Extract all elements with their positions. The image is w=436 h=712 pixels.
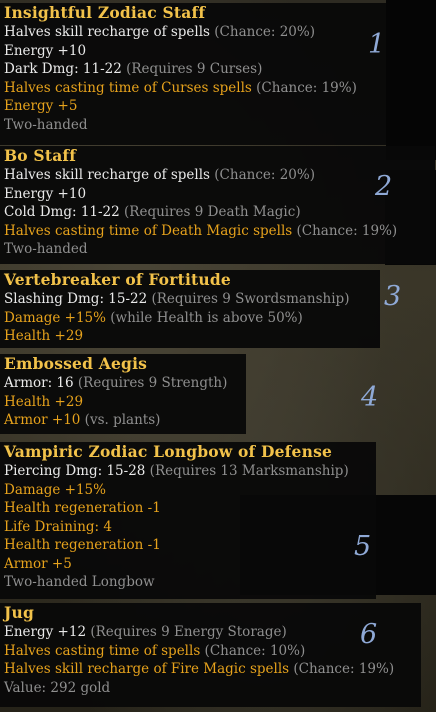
stat-note: (vs. plants)	[84, 412, 161, 428]
stat-note: (Requires 9 Energy Storage)	[90, 624, 287, 640]
stat-bonus: Halves casting time of spells	[4, 642, 205, 659]
item-name: Embossed Aegis	[4, 354, 148, 373]
stat-base: Cold Dmg: 11-22	[4, 204, 125, 220]
background-shadow	[386, 0, 436, 160]
item-tooltip-4: Embossed Aegis Armor: 16 (Requires 9 Str…	[0, 354, 246, 434]
stat-base: Energy +10	[4, 185, 87, 202]
item-name: Jug	[4, 603, 35, 622]
stat-bonus: Halves casting time of Death Magic spell…	[4, 222, 297, 239]
stat-note: (Requires 9 Death Magic)	[124, 204, 301, 220]
stat-note: Two-handed	[4, 241, 88, 257]
stat-bonus: Damage +15%	[4, 309, 111, 326]
stat-bonus: Halves casting time of Curses spells	[4, 79, 257, 96]
item-stat-line: Halves skill recharge of Fire Magic spel…	[4, 660, 417, 679]
item-stat-line: Two-handed	[4, 116, 382, 135]
item-stat-line: Armor +10 (vs. plants)	[4, 411, 242, 430]
item-stats: Halves skill recharge of spells (Chance:…	[4, 23, 382, 134]
stat-bonus: Health +29	[4, 393, 84, 410]
stat-note: (Requires 9 Curses)	[126, 61, 263, 77]
stat-note: Two-handed	[4, 116, 88, 133]
item-stat-line: Energy +12 (Requires 9 Energy Storage)	[4, 623, 417, 642]
stat-base: Energy +12	[4, 624, 91, 640]
item-stats: Halves skill recharge of spells (Chance:…	[4, 166, 431, 259]
item-stats: Slashing Dmg: 15-22 (Requires 9 Swordsma…	[4, 290, 376, 346]
stat-bonus: Health +29	[4, 328, 84, 344]
stat-base: Slashing Dmg: 15-22	[4, 291, 152, 307]
stat-note: (Requires 13 Marksmanship)	[149, 463, 349, 479]
item-stat-line: Damage +15% (while Health is above 50%)	[4, 309, 376, 328]
item-stat-line: Armor +5	[4, 555, 372, 574]
item-stat-line: Halves casting time of Death Magic spell…	[4, 222, 431, 241]
item-name: Bo Staff	[4, 146, 77, 165]
stat-note: (Chance: 20%)	[214, 167, 315, 183]
stat-bonus: Health regeneration -1	[4, 500, 161, 516]
stat-bonus: Armor +5	[4, 555, 72, 572]
item-stat-line: Health regeneration -1	[4, 536, 372, 555]
item-number-label: 4	[361, 382, 379, 413]
item-stat-line: Slashing Dmg: 15-22 (Requires 9 Swordsma…	[4, 290, 376, 309]
item-stat-line: Health regeneration -1	[4, 499, 372, 518]
item-stat-line: Energy +10	[4, 185, 431, 204]
stat-note: (Chance: 19%)	[296, 222, 398, 239]
stat-base: Halves skill recharge of spells	[4, 24, 215, 40]
item-stats: Energy +12 (Requires 9 Energy Storage) Ha…	[4, 623, 417, 697]
item-name: Vampiric Zodiac Longbow of Defense	[4, 442, 333, 461]
item-number-label: 5	[354, 531, 372, 562]
item-stat-line: Damage +15%	[4, 481, 372, 500]
item-stat-line: Halves casting time of spells (Chance: 1…	[4, 642, 417, 661]
stat-base: Energy +10	[4, 42, 87, 59]
item-stat-line: Halves skill recharge of spells (Chance:…	[4, 166, 431, 185]
stat-base: Armor: 16	[4, 375, 78, 391]
stat-bonus: Armor +10	[4, 412, 85, 428]
item-stat-line: Two-handed	[4, 240, 431, 259]
stat-base: Dark Dmg: 11-22	[4, 61, 127, 77]
item-stat-line: Life Draining: 4	[4, 518, 372, 537]
stat-base: Piercing Dmg: 15-28	[4, 463, 150, 479]
item-number-label: 1	[368, 29, 386, 60]
item-tooltip-2: Bo Staff Halves skill recharge of spells…	[0, 146, 435, 264]
stat-note: Two-handed Longbow	[4, 574, 155, 590]
item-stat-line: Health +29	[4, 327, 376, 346]
item-number-label: 3	[384, 281, 402, 312]
item-stat-line: Cold Dmg: 11-22 (Requires 9 Death Magic)	[4, 203, 431, 222]
stat-note: (Chance: 20%)	[214, 24, 315, 40]
stat-bonus: Damage +15%	[4, 481, 106, 498]
item-name: Vertebreaker of Fortitude	[4, 270, 231, 289]
stat-bonus: Halves skill recharge of Fire Magic spel…	[4, 661, 294, 677]
stat-note: (while Health is above 50%)	[110, 309, 303, 326]
stat-note: (Requires 9 Swordsmanship)	[151, 291, 350, 307]
item-stat-line: Two-handed Longbow	[4, 573, 372, 592]
stat-note: (Requires 9 Strength)	[77, 375, 228, 391]
item-stat-line: Energy +5	[4, 97, 382, 116]
stat-note: (Chance: 10%)	[204, 642, 306, 659]
item-tooltip-3: Vertebreaker of Fortitude Slashing Dmg: …	[0, 270, 380, 348]
item-stats: Armor: 16 (Requires 9 Strength) Health +2…	[4, 374, 242, 430]
item-name: Insightful Zodiac Staff	[4, 3, 206, 22]
item-tooltip-5: Vampiric Zodiac Longbow of Defense Pierc…	[0, 442, 376, 599]
item-stat-line: Armor: 16 (Requires 9 Strength)	[4, 374, 242, 393]
item-number-label: 2	[375, 171, 393, 202]
stat-note: (Chance: 19%)	[256, 79, 357, 96]
item-stat-line: Health +29	[4, 393, 242, 412]
stat-bonus: Energy +5	[4, 98, 78, 114]
item-stat-line: Piercing Dmg: 15-28 (Requires 13 Marksma…	[4, 462, 372, 481]
item-stats: Piercing Dmg: 15-28 (Requires 13 Marksma…	[4, 462, 372, 592]
item-stat-line: Halves skill recharge of spells (Chance:…	[4, 23, 382, 42]
item-stat-line: Energy +10	[4, 42, 382, 61]
item-stat-line: Value: 292 gold	[4, 679, 417, 698]
item-stat-line: Dark Dmg: 11-22 (Requires 9 Curses)	[4, 60, 382, 79]
item-tooltip-1: Insightful Zodiac Staff Halves skill rec…	[0, 3, 386, 145]
stat-bonus: Life Draining: 4	[4, 518, 112, 535]
stat-note: Value: 292 gold	[4, 679, 111, 696]
stat-bonus: Health regeneration -1	[4, 537, 161, 553]
item-stat-line: Halves casting time of Curses spells (Ch…	[4, 79, 382, 98]
item-tooltip-6: Jug Energy +12 (Requires 9 Energy Storag…	[0, 603, 421, 707]
stat-base: Halves skill recharge of spells	[4, 167, 215, 183]
item-number-label: 6	[360, 619, 378, 650]
stat-note: (Chance: 19%)	[293, 661, 395, 677]
